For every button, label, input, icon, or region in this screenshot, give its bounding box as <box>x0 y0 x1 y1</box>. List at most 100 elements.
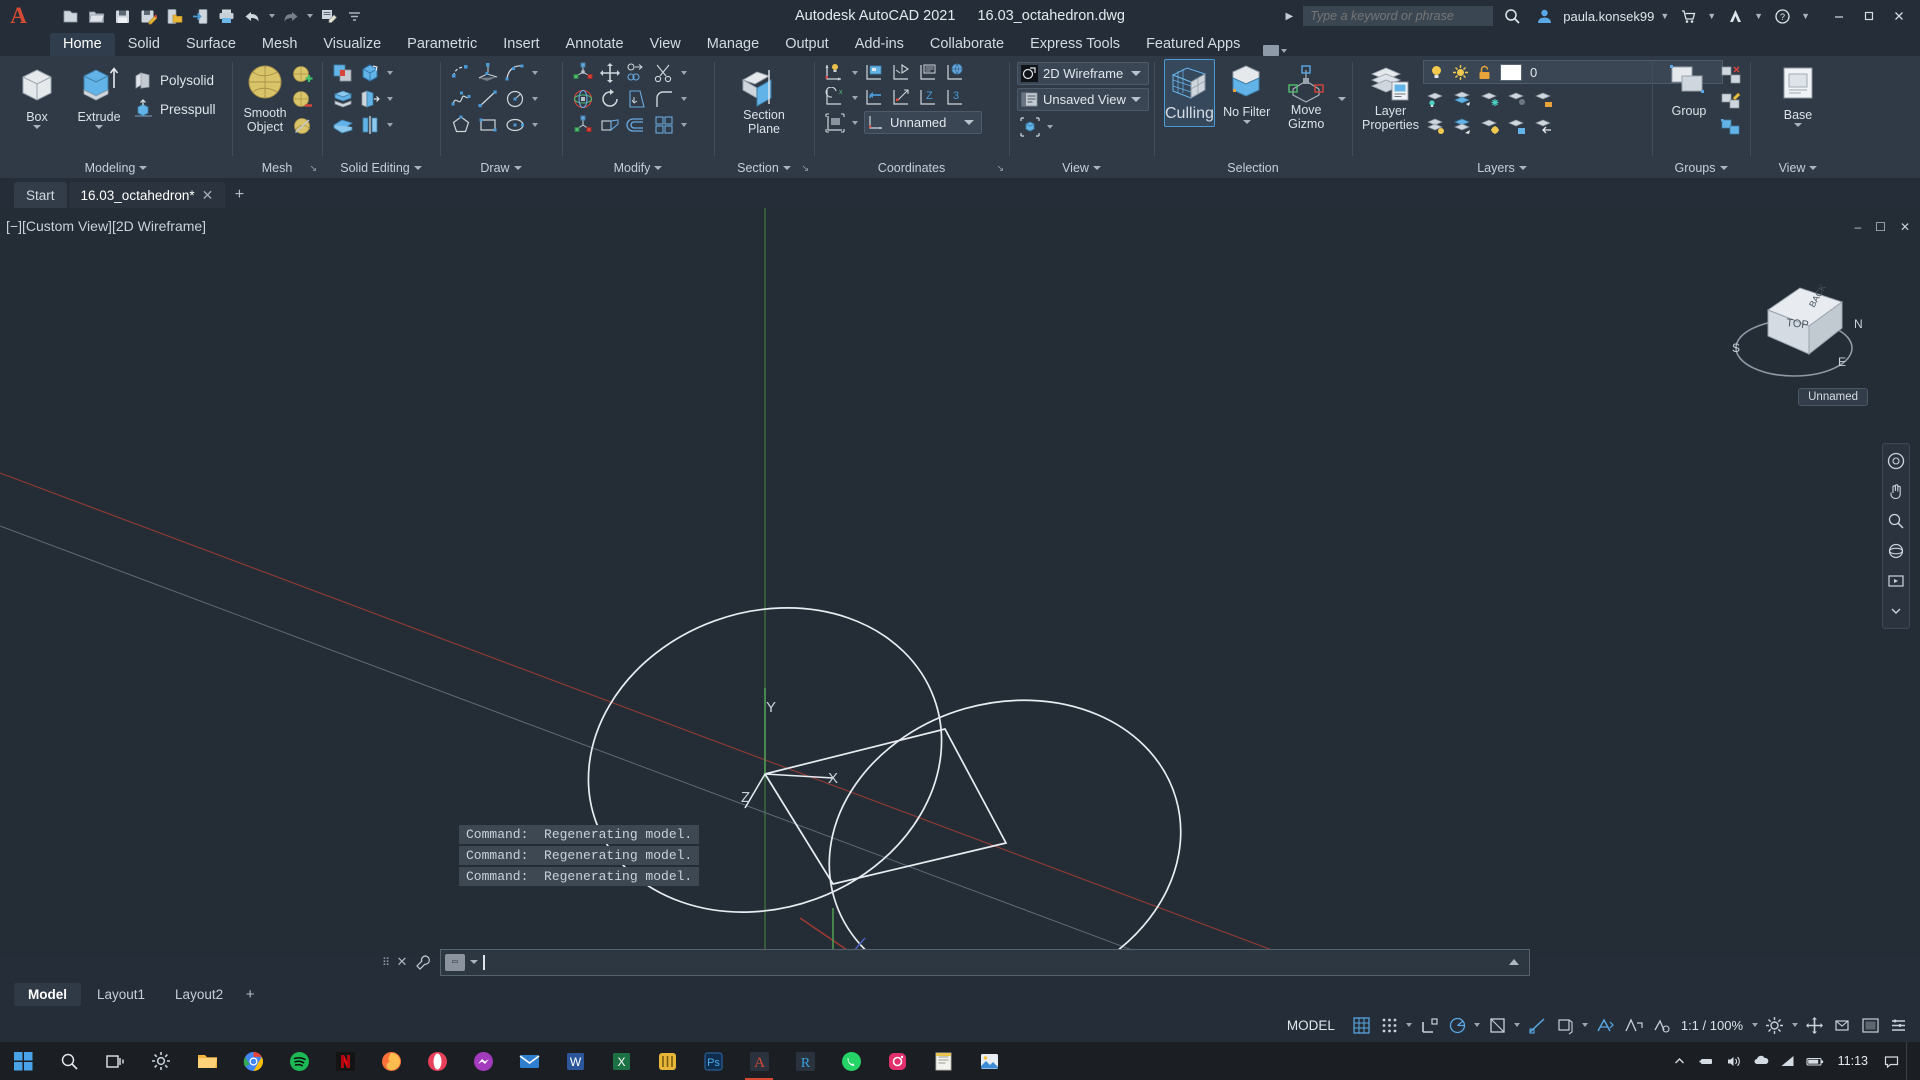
polysolid-button[interactable]: Polysolid <box>130 66 220 94</box>
slice-solid-icon[interactable] <box>330 86 356 111</box>
help-icon[interactable]: ? <box>1769 3 1795 29</box>
autocad-logo-icon[interactable]: A <box>0 0 36 32</box>
layer-lock-icon[interactable] <box>1474 62 1496 82</box>
layer-on-icon[interactable] <box>1423 113 1449 138</box>
panel-modeling-label[interactable]: Modeling <box>0 158 232 178</box>
panel-section-dialog-launcher[interactable]: ↘ <box>801 163 809 174</box>
store-menu-caret[interactable]: ▼ <box>1707 11 1716 21</box>
file-explorer-icon[interactable] <box>184 1042 230 1080</box>
panel-groups-caret[interactable] <box>1719 166 1728 170</box>
pan-icon[interactable] <box>1884 479 1908 503</box>
solid-editing-row3-caret[interactable] <box>384 112 396 137</box>
panel-view-right-caret[interactable] <box>1809 166 1818 170</box>
layer-freeze-icon[interactable] <box>1450 62 1472 82</box>
minimize-button[interactable] <box>1824 1 1854 31</box>
3d-array-icon[interactable] <box>624 112 650 137</box>
settings-icon[interactable] <box>138 1042 184 1080</box>
panel-coordinates-label[interactable]: Coordinates ↘ <box>814 158 1009 178</box>
3d-align-icon[interactable] <box>624 60 650 85</box>
panel-modify-caret[interactable] <box>654 166 663 170</box>
layer-thaw-icon[interactable] <box>1450 113 1476 138</box>
view-cube[interactable]: S N E TOP BACK <box>1728 266 1868 396</box>
move-icon[interactable] <box>597 60 623 85</box>
command-expand-caret[interactable] <box>1509 959 1519 965</box>
ucs-3point-icon[interactable]: 3 <box>943 85 969 110</box>
excel-icon[interactable]: X <box>598 1042 644 1080</box>
fillet-edge-icon[interactable] <box>651 86 677 111</box>
rotate-icon[interactable] <box>597 86 623 111</box>
smooth-object-button[interactable]: Smooth Object <box>240 60 290 136</box>
autocad-icon[interactable]: A <box>736 1042 782 1080</box>
ucs-rotate-caret[interactable] <box>849 85 861 110</box>
whatsapp-icon[interactable] <box>828 1042 874 1080</box>
object-snap-tracking-toggle[interactable] <box>1524 1011 1551 1039</box>
base-view-caret[interactable] <box>1794 123 1802 127</box>
layer-freeze-object-icon[interactable] <box>1477 86 1503 111</box>
panel-modify-label[interactable]: Modify <box>562 158 714 178</box>
tray-battery-icon[interactable] <box>1803 1046 1827 1076</box>
command-bar-close-icon[interactable]: ✕ <box>394 949 410 975</box>
customization-icon[interactable] <box>1885 1011 1912 1039</box>
add-layout-button[interactable]: + <box>239 983 261 1005</box>
modify-row2-caret[interactable] <box>678 86 690 111</box>
batch-plot-icon[interactable] <box>316 3 341 29</box>
show-desktop-button[interactable] <box>1906 1042 1914 1080</box>
visual-style-combo[interactable]: 2D Wireframe <box>1017 62 1149 85</box>
opera-icon[interactable] <box>414 1042 460 1080</box>
ribbon-tab-visualize[interactable]: Visualize <box>310 33 394 56</box>
ucs-face-icon[interactable] <box>916 60 942 85</box>
viewcube-caret[interactable] <box>1044 114 1056 139</box>
panel-draw-caret[interactable] <box>513 166 522 170</box>
search-expand-icon[interactable]: ▶ <box>1282 11 1298 22</box>
layer-isolate-icon[interactable] <box>1423 86 1449 111</box>
viewport-label[interactable]: [−][Custom View][2D Wireframe] <box>6 218 206 234</box>
orbit-icon[interactable] <box>1884 539 1908 563</box>
3d-scale-gizmo-icon[interactable] <box>570 112 596 137</box>
ucs-combo-caret[interactable] <box>964 120 974 125</box>
annotation-scale-icon[interactable] <box>1648 1011 1675 1039</box>
box-dropdown-caret[interactable] <box>33 125 41 129</box>
panel-modeling-caret[interactable] <box>139 166 148 170</box>
autodesk-store-icon[interactable] <box>1675 3 1701 29</box>
section-plane-button[interactable]: Section Plane <box>726 64 802 138</box>
notes-icon[interactable] <box>920 1042 966 1080</box>
layer-match-icon[interactable] <box>1504 113 1530 138</box>
layer-unisolate-icon[interactable] <box>1450 86 1476 111</box>
modify-row1-caret[interactable] <box>678 60 690 85</box>
panel-solid-editing-label[interactable]: Solid Editing <box>322 158 440 178</box>
layer-off-object-icon[interactable] <box>1504 86 1530 111</box>
ucs-viewcube-label[interactable]: Unnamed <box>1798 388 1868 406</box>
panel-section-caret[interactable] <box>782 166 791 170</box>
layout-tab-layout1[interactable]: Layout1 <box>83 983 159 1006</box>
new-file-tab-button[interactable]: + <box>227 182 251 208</box>
layout-tab-model[interactable]: Model <box>14 982 81 1006</box>
cleanscreen-icon[interactable] <box>1857 1011 1884 1039</box>
qat-customize-icon[interactable] <box>342 3 367 29</box>
chrome-icon[interactable] <box>230 1042 276 1080</box>
command-bar-customize-icon[interactable] <box>410 949 436 975</box>
hardware-acceleration-icon[interactable] <box>1801 1011 1828 1039</box>
move-gizmo-button[interactable]: Move Gizmo <box>1278 59 1334 133</box>
panel-view-label[interactable]: View <box>1009 158 1154 178</box>
start-button[interactable] <box>0 1042 46 1080</box>
open-from-web-icon[interactable] <box>188 3 213 29</box>
solid-editing-row2-caret[interactable] <box>384 86 396 111</box>
plot-icon[interactable] <box>214 3 239 29</box>
group-selection-toggle-icon[interactable] <box>1718 114 1744 139</box>
ortho-mode-toggle[interactable] <box>1416 1011 1443 1039</box>
rectangular-array-icon[interactable] <box>651 112 677 137</box>
layer-properties-button[interactable]: Layer Properties <box>1362 60 1419 134</box>
ucs-z-axis-icon[interactable]: Z <box>916 85 942 110</box>
3d-rotate-gizmo-icon[interactable] <box>570 86 596 111</box>
zoom-extents-icon[interactable] <box>1884 509 1908 533</box>
extrude-dropdown-caret[interactable] <box>95 125 103 129</box>
tray-chevron-icon[interactable] <box>1668 1046 1692 1076</box>
autodesk-a360-icon[interactable] <box>1722 3 1748 29</box>
extrude-button[interactable]: Extrude <box>68 60 130 131</box>
panel-layers-caret[interactable] <box>1518 166 1527 170</box>
save-as-icon[interactable] <box>136 3 161 29</box>
annotation-visibility-toggle[interactable] <box>1592 1011 1619 1039</box>
a360-menu-caret[interactable]: ▼ <box>1754 11 1763 21</box>
command-bar-grip[interactable]: ⠿ <box>378 949 394 975</box>
snap-mode-toggle[interactable] <box>1376 1011 1403 1039</box>
